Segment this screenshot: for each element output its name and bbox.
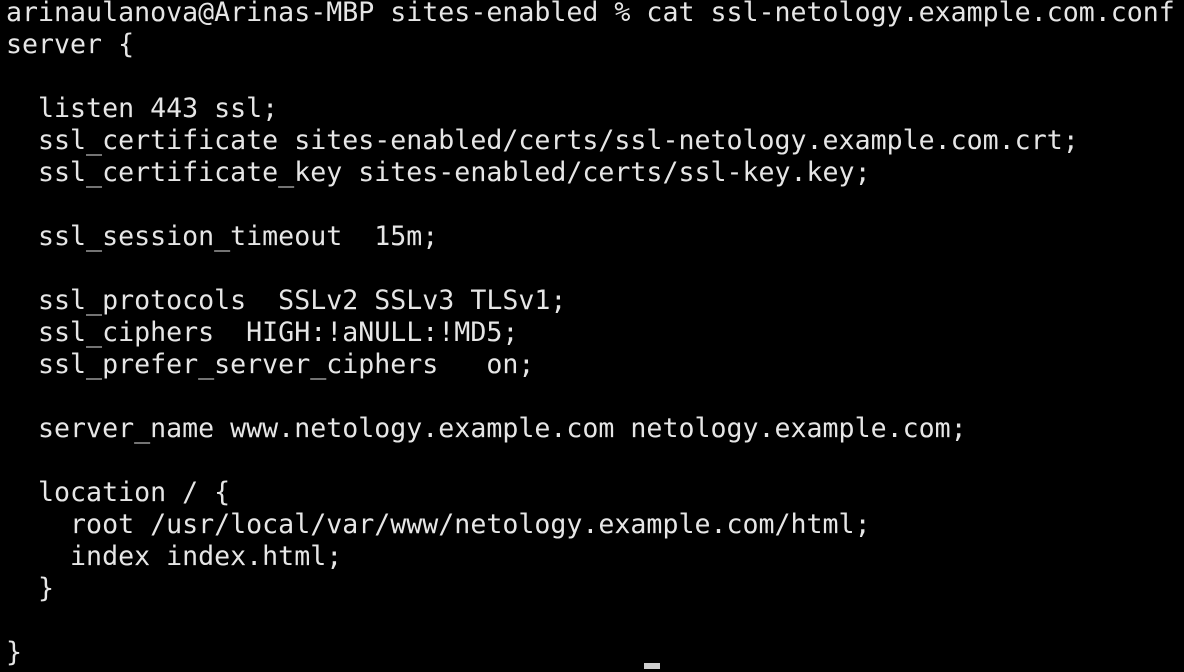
terminal-output-line: ssl_certificate_key sites-enabled/certs/… (6, 157, 871, 188)
terminal-output-line: listen 443 ssl; (6, 93, 279, 124)
terminal-output-line (6, 61, 1184, 93)
terminal-output-line: ssl_ciphers HIGH:!aNULL:!MD5; (6, 317, 519, 348)
terminal-output-line: server { (6, 29, 135, 60)
terminal-output-line (6, 381, 1184, 413)
terminal-output-line (6, 445, 1184, 477)
terminal-output-line (6, 605, 1184, 637)
terminal-output-line (6, 189, 1184, 221)
terminal-output-line: ssl_protocols SSLv2 SSLv3 TLSv1; (6, 285, 567, 316)
terminal-output-line: } (6, 637, 23, 668)
terminal-cursor (644, 663, 660, 669)
terminal-window[interactable]: arinaulanova@Arinas-MBP sites-enabled % … (0, 0, 1184, 669)
terminal-output-line: ssl_session_timeout 15m; (6, 221, 439, 252)
terminal-output-line: ssl_prefer_server_ciphers on; (6, 349, 535, 380)
terminal-output-line: root /usr/local/var/www/netology.example… (6, 509, 871, 540)
terminal-output-line: location / { (6, 477, 231, 508)
terminal-output-line: index index.html; (6, 541, 343, 572)
terminal-output-line: } (6, 573, 55, 604)
terminal-output-line (6, 253, 1184, 285)
terminal-prompt-line: arinaulanova@Arinas-MBP sites-enabled % … (6, 0, 1175, 28)
terminal-output-line: server_name www.netology.example.com net… (6, 413, 967, 444)
terminal-output-line: ssl_certificate sites-enabled/certs/ssl-… (6, 125, 1079, 156)
